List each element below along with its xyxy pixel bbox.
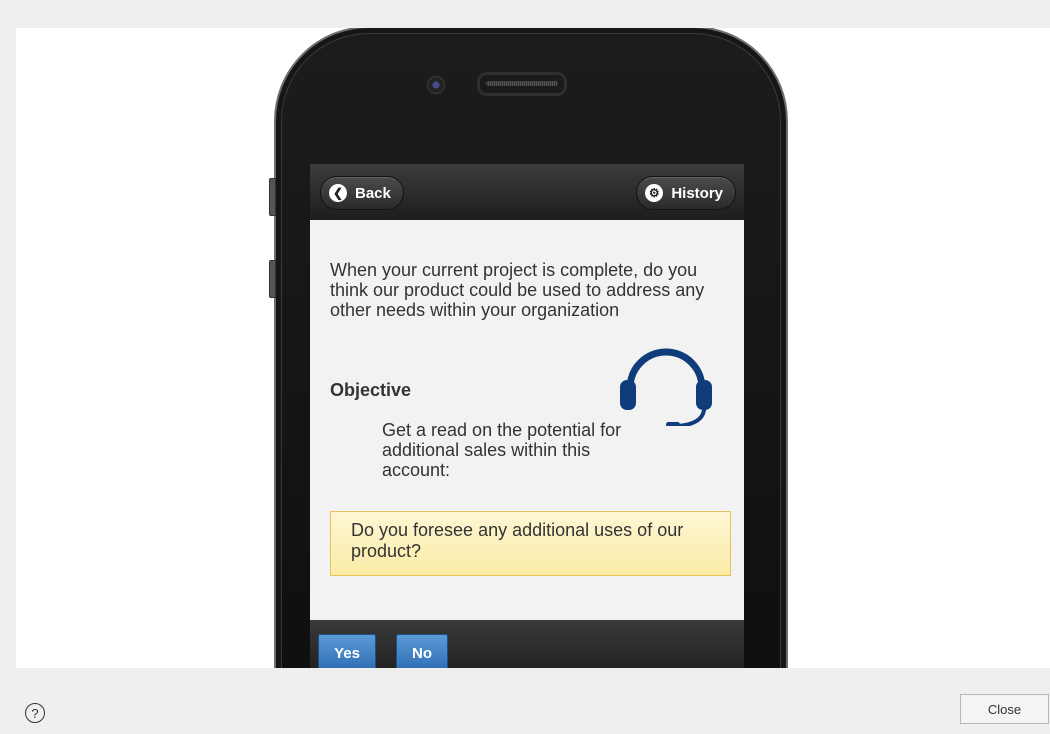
phone-volume-up	[269, 178, 276, 216]
objective-label: Objective	[330, 380, 412, 400]
phone-volume-down	[269, 260, 276, 298]
camera-icon	[427, 76, 445, 94]
back-button[interactable]: ❮ Back	[320, 176, 404, 210]
close-button[interactable]: Close	[960, 694, 1049, 724]
history-button[interactable]: ⚙ History	[636, 176, 736, 210]
question-text: When your current project is complete, d…	[330, 260, 705, 320]
app-header: ❮ Back ⚙ History	[310, 164, 744, 220]
gear-icon: ⚙	[645, 184, 664, 202]
chevron-left-icon: ❮	[329, 184, 347, 202]
app-content: When your current project is complete, d…	[310, 220, 744, 618]
speaker-grille	[477, 72, 567, 96]
objective-text: Get a read on the potential for addition…	[382, 420, 622, 480]
help-icon[interactable]: ?	[25, 703, 45, 723]
headset-icon	[620, 348, 712, 426]
phone-frame: ❮ Back ⚙ History When your current proje…	[269, 28, 788, 668]
app-footer: Yes No	[310, 620, 744, 668]
history-label: History	[671, 184, 723, 202]
preview-panel: ❮ Back ⚙ History When your current proje…	[16, 28, 1050, 668]
app-screen: ❮ Back ⚙ History When your current proje…	[310, 164, 744, 668]
back-label: Back	[355, 184, 391, 202]
no-button[interactable]: No	[396, 634, 448, 668]
prompt-callout: Do you foresee any additional uses of ou…	[330, 511, 731, 576]
yes-button[interactable]: Yes	[318, 634, 376, 668]
